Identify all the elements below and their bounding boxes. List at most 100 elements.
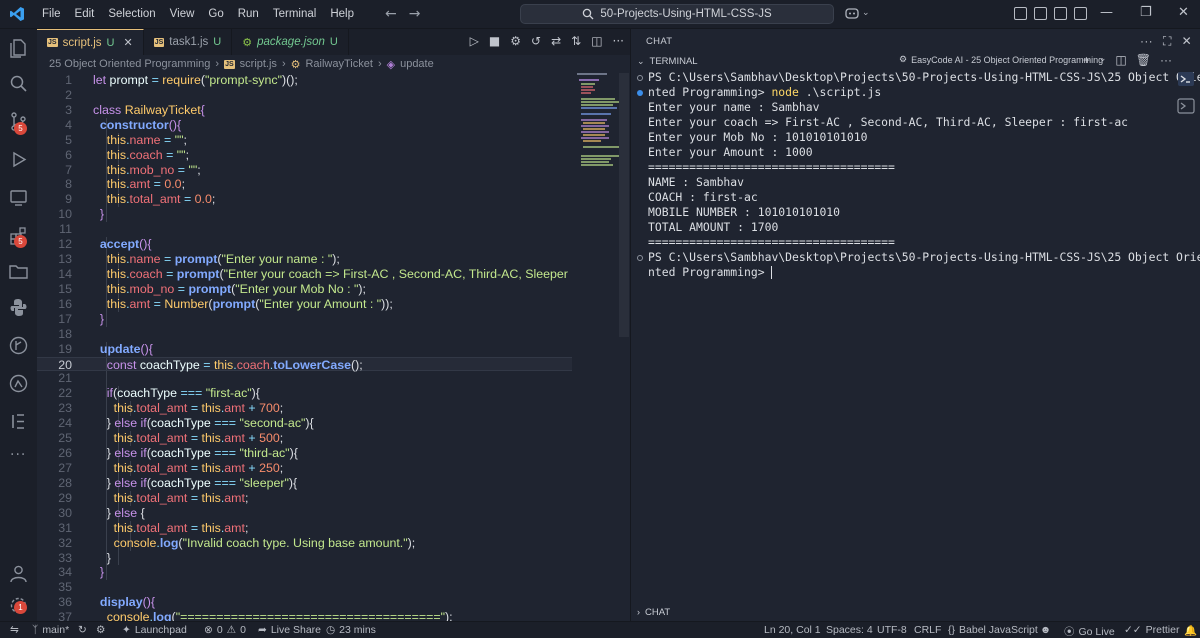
tab-package-json[interactable]: ⚙ package.json U <box>232 29 349 55</box>
menu-help[interactable]: Help <box>323 0 361 29</box>
menu-selection[interactable]: Selection <box>101 0 162 29</box>
menu-run[interactable]: Run <box>231 0 266 29</box>
compare-icon[interactable]: ⇄ <box>551 34 561 48</box>
code-line[interactable]: 4 constructor(){ <box>37 117 572 133</box>
command-decoration-icon[interactable] <box>637 255 643 261</box>
menu-view[interactable]: View <box>163 0 202 29</box>
menu-go[interactable]: Go <box>201 0 230 29</box>
sync-indicator[interactable]: ↻ <box>78 624 87 636</box>
menu-edit[interactable]: Edit <box>68 0 102 29</box>
menu-terminal[interactable]: Terminal <box>266 0 323 29</box>
code-line[interactable]: 11 <box>37 222 572 237</box>
split-terminal-icon[interactable]: ◫ <box>1115 53 1126 67</box>
terminal-icon[interactable] <box>1177 97 1195 115</box>
code-line[interactable]: 24 } else if(coachType === "second-ac"){ <box>37 416 572 432</box>
more-icon[interactable]: ··· <box>10 447 26 463</box>
minimize-icon[interactable]: — <box>1100 5 1113 20</box>
code-line[interactable]: 1 let prompt = require("prompt-sync")(); <box>37 73 572 88</box>
close-panel-icon[interactable]: ✕ <box>1182 34 1192 49</box>
code-line[interactable]: 14 this.coach = prompt("Enter your coach… <box>37 266 572 282</box>
terminal-header[interactable]: ⌄ TERMINAL ⚙ EasyCode AI - 25 Object Ori… <box>631 53 1200 69</box>
time-tracker[interactable]: ◷ 23 mins <box>326 624 376 636</box>
code-line[interactable]: 21 <box>37 371 572 387</box>
chat-title[interactable]: CHAT <box>646 36 672 47</box>
code-line[interactable]: 3 class RailwayTicket{ <box>37 103 572 118</box>
code-line[interactable]: 5 this.name = ""; <box>37 132 572 148</box>
copilot-status[interactable]: ☻ <box>1040 624 1051 636</box>
editor-scrollbar[interactable] <box>619 73 629 337</box>
code-line[interactable]: 29 this.total_amt = this.amt; <box>37 490 572 506</box>
run-debug-icon[interactable] <box>8 149 29 170</box>
breadcrumb-file[interactable]: script.js <box>240 58 277 70</box>
close-tab-icon[interactable]: ✕ <box>124 36 133 49</box>
code-line[interactable]: 15 this.mob_no = prompt("Enter your Mob … <box>37 281 572 297</box>
code-line[interactable]: 12 accept(){ <box>37 237 572 253</box>
code-line[interactable]: 10 } <box>37 207 572 223</box>
timeline-icon[interactable] <box>8 373 29 394</box>
code-line[interactable]: 37 console.log("========================… <box>37 610 572 621</box>
trash-icon[interactable]: 🗑 <box>1136 53 1151 67</box>
go-live-button[interactable]: ⦿ Go Live <box>1064 624 1115 638</box>
debug-icon[interactable]: ⚙ <box>510 34 521 48</box>
code-line[interactable]: 25 this.total_amt = this.amt + 500; <box>37 431 572 447</box>
stop-icon[interactable]: ■ <box>489 34 500 48</box>
code-line[interactable]: 35 <box>37 580 572 595</box>
close-icon[interactable]: ✕ <box>1178 5 1189 20</box>
code-line[interactable]: 2 <box>37 88 572 103</box>
more-actions-icon[interactable]: ··· <box>613 34 624 48</box>
code-line[interactable]: 9 this.total_amt = 0.0; <box>37 192 572 208</box>
language-mode[interactable]: {} Babel JavaScript <box>948 624 1038 636</box>
powershell-icon[interactable] <box>1177 70 1195 88</box>
prettier-status[interactable]: ✓✓ Prettier <box>1124 624 1179 636</box>
elementor-icon[interactable] <box>8 411 29 432</box>
code-line[interactable]: 22 if(coachType === "first-ac"){ <box>37 386 572 402</box>
back-arrow-icon[interactable]: ← <box>385 6 397 22</box>
code-editor[interactable]: 1 let prompt = require("prompt-sync")(); 2… <box>37 73 572 621</box>
code-line[interactable]: 23 this.total_amt = this.amt + 700; <box>37 401 572 417</box>
live-share-button[interactable]: ➦ Live Share <box>258 624 321 636</box>
line-ending[interactable]: CRLF <box>914 624 941 636</box>
terminal-output[interactable]: PS C:\Users\Sambhav\Desktop\Projects\50-… <box>631 70 1200 280</box>
toggle-sidebar-icon[interactable] <box>1014 7 1027 20</box>
code-line[interactable]: 33 } <box>37 550 572 566</box>
code-line[interactable]: 17 } <box>37 311 572 327</box>
code-line[interactable]: 13 this.name = prompt("Enter your name :… <box>37 252 572 267</box>
split-editor-icon[interactable]: ◫ <box>591 34 602 48</box>
timeline-history-icon[interactable]: ↺ <box>531 34 541 48</box>
explorer-icon[interactable] <box>8 37 29 58</box>
code-line[interactable]: 32 console.log("Invalid coach type. Usin… <box>37 535 572 551</box>
code-line[interactable]: 6 this.coach = ""; <box>37 147 572 163</box>
breadcrumb-folder[interactable]: 25 Object Oriented Programming <box>49 58 210 70</box>
chevron-down-icon[interactable]: ⌄ <box>1099 53 1107 67</box>
chat-collapsed-section[interactable]: › CHAT <box>631 603 670 621</box>
code-line[interactable]: 36 display(){ <box>37 595 572 610</box>
remote-explorer-icon[interactable] <box>8 187 29 208</box>
code-line[interactable]: 7 this.mob_no = ""; <box>37 162 572 178</box>
more-actions-icon[interactable]: ··· <box>1140 34 1153 49</box>
maximize-panel-icon[interactable]: ⛶ <box>1163 34 1172 49</box>
code-line[interactable]: 26 } else if(coachType === "third-ac"){ <box>37 446 572 461</box>
account-icon[interactable] <box>8 563 29 584</box>
command-center-search[interactable]: 50-Projects-Using-HTML-CSS-JS <box>520 4 834 24</box>
command-decoration-icon[interactable] <box>637 75 643 81</box>
problems-indicator[interactable]: ⊗ 0 ⚠ 0 <box>204 624 246 636</box>
new-terminal-icon[interactable]: + <box>1083 53 1090 67</box>
toggle-secondary-sidebar-icon[interactable] <box>1054 7 1067 20</box>
more-actions-icon[interactable]: ··· <box>1160 53 1172 67</box>
customize-layout-icon[interactable] <box>1074 7 1087 20</box>
terminal-instance[interactable]: ⚙ EasyCode AI - 25 Object Oriented Progr… <box>899 54 1103 65</box>
breadcrumb-class[interactable]: RailwayTicket <box>305 58 372 70</box>
code-line[interactable]: 19 update(){ <box>37 341 572 357</box>
encoding[interactable]: UTF-8 <box>877 624 907 636</box>
launchpad-button[interactable]: ✦ Launchpad <box>122 624 187 636</box>
cursor-position[interactable]: Ln 20, Col 1 <box>764 624 821 636</box>
code-line[interactable]: 28 } else if(coachType === "sleeper"){ <box>37 475 572 491</box>
branch-indicator[interactable]: ᛉ main* <box>32 624 69 636</box>
breadcrumb-method[interactable]: update <box>400 58 434 70</box>
code-line[interactable]: 16 this.amt = Number(prompt("Enter your … <box>37 296 572 312</box>
code-line[interactable]: 18 <box>37 327 572 342</box>
run-icon[interactable]: ▷ <box>470 34 479 48</box>
git-graph-indicator[interactable]: ⚙ <box>96 624 105 636</box>
code-line[interactable]: 30 } else { <box>37 505 572 521</box>
command-decoration-icon[interactable] <box>637 90 643 96</box>
